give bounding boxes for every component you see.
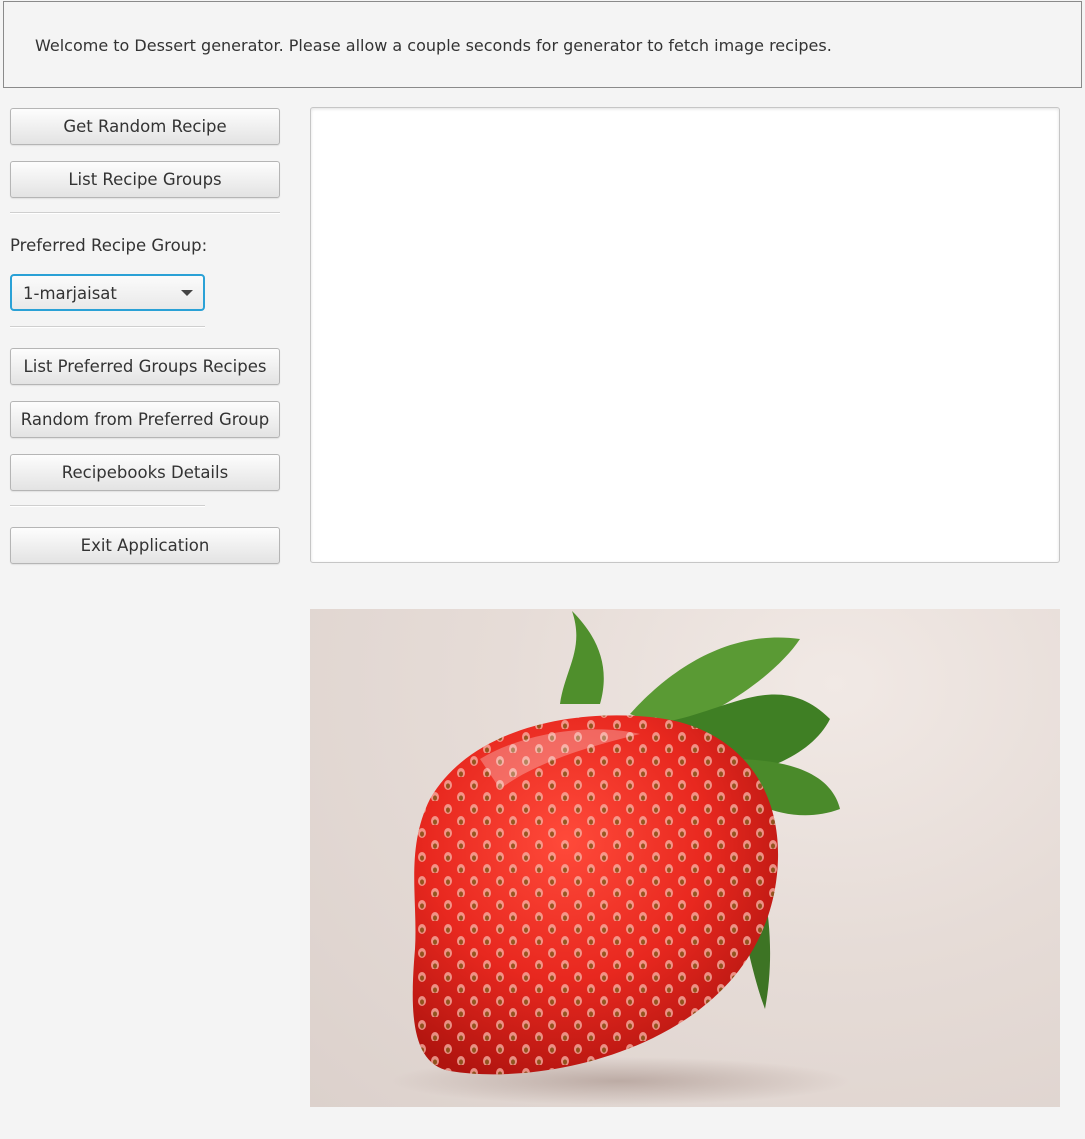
get-random-recipe-button[interactable]: Get Random Recipe — [10, 108, 280, 145]
separator — [10, 505, 205, 507]
welcome-message: Welcome to Dessert generator. Please all… — [35, 36, 832, 55]
list-recipe-groups-button[interactable]: List Recipe Groups — [10, 161, 280, 198]
preferred-group-value: 1-marjaisat — [23, 284, 117, 303]
recipe-output-area[interactable] — [310, 107, 1060, 563]
separator — [10, 212, 280, 214]
exit-application-button[interactable]: Exit Application — [10, 527, 280, 564]
recipebooks-details-button[interactable]: Recipebooks Details — [10, 454, 280, 491]
strawberry-image — [390, 611, 850, 1105]
welcome-banner: Welcome to Dessert generator. Please all… — [3, 1, 1082, 88]
preferred-group-label: Preferred Recipe Group: — [10, 236, 208, 255]
preferred-group-dropdown[interactable]: 1-marjaisat — [10, 274, 205, 311]
random-from-preferred-group-button[interactable]: Random from Preferred Group — [10, 401, 280, 438]
list-preferred-groups-recipes-button[interactable]: List Preferred Groups Recipes — [10, 348, 280, 385]
chevron-down-icon — [181, 290, 193, 296]
recipe-image — [310, 609, 1060, 1107]
separator — [10, 326, 205, 328]
